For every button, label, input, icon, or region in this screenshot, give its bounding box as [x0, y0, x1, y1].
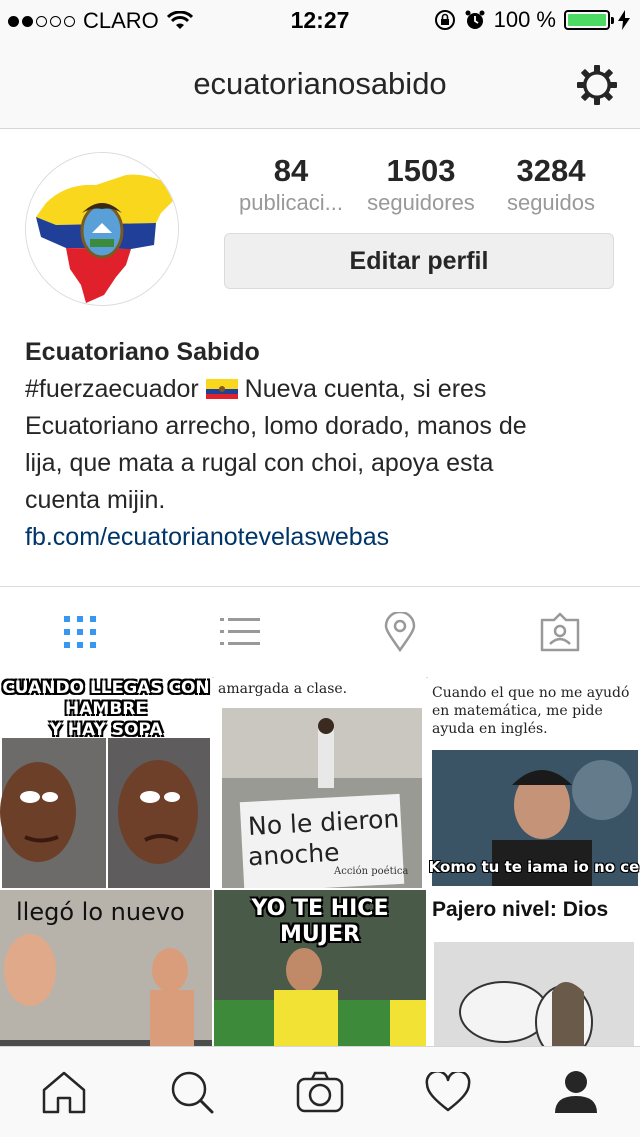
sign-small-text: Acción poética [334, 866, 409, 877]
following-count[interactable]: 3284 seguidos [486, 152, 616, 216]
tab-home[interactable] [0, 1047, 128, 1137]
post-caption: llegó lo nuevo [16, 898, 185, 926]
search-icon [171, 1071, 214, 1114]
profile-view-tabs [0, 586, 640, 678]
profile-bio: Ecuatoriano Sabido #fuerzaecuador Nueva … [25, 334, 625, 556]
status-right: 100 % [434, 7, 630, 33]
stat-number: 84 [273, 153, 309, 188]
post-caption: Cuando el que no me ayudó en matemática,… [432, 685, 630, 737]
post-thumbnail[interactable]: Cuando el que no me ayudó en matemática,… [428, 676, 640, 888]
edit-profile-button[interactable]: Editar perfil [224, 233, 614, 289]
heart-icon [425, 1072, 471, 1112]
tab-tagged[interactable] [480, 587, 640, 677]
gear-icon[interactable] [576, 64, 618, 106]
stat-label: seguidos [506, 190, 596, 215]
bottom-tab-bar [0, 1046, 640, 1137]
meme-caption: CUANDO LLEGAS CON HAMBRE [2, 678, 210, 719]
tab-location[interactable] [320, 587, 480, 677]
sign-text: anoche [247, 837, 341, 872]
hashtag-link[interactable]: #fuerzaecuador [25, 375, 199, 403]
profile-full-name: Ecuatoriano Sabido [25, 338, 260, 366]
profile-username-title: ecuatorianosabido [193, 66, 447, 101]
post-thumbnail[interactable]: CUANDO LLEGAS CON HAMBRE Y HAY SOPA [0, 676, 212, 888]
location-pin-icon [384, 612, 416, 652]
followers-count[interactable]: 1503 seguidores [356, 152, 486, 216]
navigation-bar: ecuatorianosabido [0, 40, 640, 129]
stat-number: 3284 [516, 153, 586, 188]
tab-search[interactable] [128, 1047, 256, 1137]
tab-camera[interactable] [256, 1047, 384, 1137]
tab-activity[interactable] [384, 1047, 512, 1137]
tab-profile[interactable] [512, 1047, 640, 1137]
battery-icon [564, 10, 614, 30]
rotation-lock-icon [434, 10, 455, 30]
post-grid: CUANDO LLEGAS CON HAMBRE Y HAY SOPA amar… [0, 676, 640, 1104]
bio-line: cuenta mijin. [25, 486, 166, 514]
bio-line: Ecuatoriano arrecho, lomo dorado, manos … [25, 412, 527, 440]
meme-caption: YO TE HICE MUJER [251, 896, 389, 947]
home-icon [42, 1071, 86, 1114]
website-link[interactable]: fb.com/ecuatorianotevelaswebas [25, 519, 625, 556]
bio-line: #fuerzaecuador Nueva cuenta, si eres [25, 371, 625, 408]
stat-label: publicaci... [239, 190, 343, 215]
stat-number: 1503 [386, 153, 456, 188]
crying-man-image [0, 738, 210, 888]
alarm-icon [465, 10, 485, 29]
bio-text: Nueva cuenta, si eres [237, 375, 487, 403]
tab-list[interactable] [160, 587, 320, 677]
camera-icon [296, 1071, 344, 1113]
bio-line: lija, que mata a rugal con choi, apoya e… [25, 449, 494, 477]
status-bar: CLARO 12:27 100 % [0, 0, 640, 40]
grid-icon [64, 616, 96, 648]
post-caption: amargada a clase. [218, 681, 348, 697]
stat-label: seguidores [367, 190, 475, 215]
ecuador-map-flag-image [26, 153, 178, 305]
profile-icon [555, 1071, 597, 1113]
ecuador-flag-emoji [205, 379, 238, 399]
charging-bolt-icon [618, 10, 630, 30]
tagged-icon [540, 612, 580, 652]
post-caption: Pajero nivel: Dios [432, 898, 609, 921]
profile-avatar[interactable] [25, 152, 179, 306]
post-thumbnail[interactable]: amargada a clase. No le dieron anoche Ac… [214, 676, 426, 888]
meme-caption: Komo tu te iama io no ce [428, 858, 640, 876]
posts-count[interactable]: 84 publicaci... [226, 152, 356, 216]
battery-percent: 100 % [493, 7, 556, 32]
profile-stats: 84 publicaci... 1503 seguidores 3284 seg… [226, 152, 616, 216]
tab-grid[interactable] [0, 587, 160, 677]
list-icon [220, 618, 260, 645]
